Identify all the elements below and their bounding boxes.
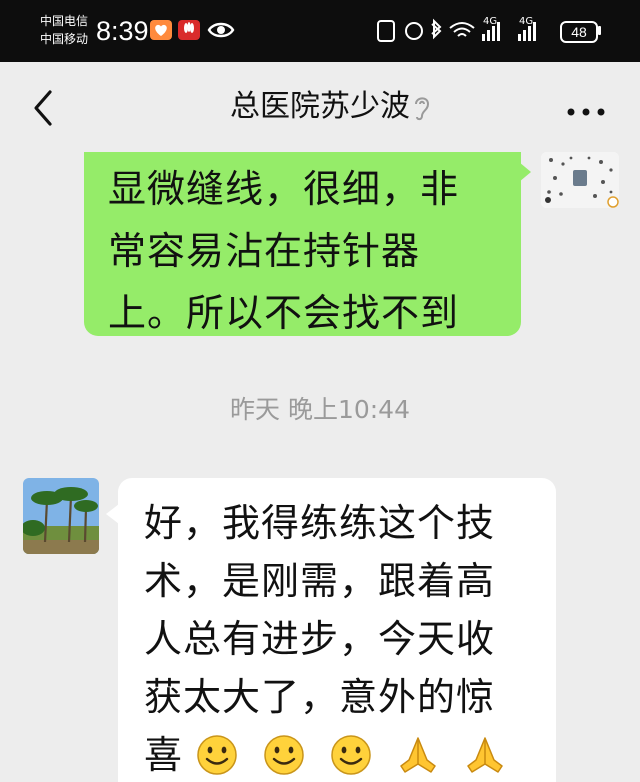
message-line: 好，我得练练这个技 xyxy=(144,501,496,545)
pray-emoji-icon xyxy=(467,737,504,773)
carrier-labels: 中国电信 中国移动 xyxy=(40,12,88,48)
message-line: 上。所以不会找不到 xyxy=(108,291,460,335)
incoming-message-bubble[interactable]: 好，我得练练这个技 术，是刚需，跟着高 人总有进步，今天收 获太大了，意外的惊 … xyxy=(118,478,556,782)
carrier-2: 中国移动 xyxy=(40,32,89,46)
message-line-last: 喜 xyxy=(144,726,538,782)
message-line: 获太大了，意外的惊 xyxy=(144,675,496,719)
bluetooth-icon xyxy=(431,18,442,40)
chat-header: 总医院苏少波 xyxy=(0,62,640,152)
outgoing-bubble-tail xyxy=(519,162,531,182)
chat-title[interactable]: 总医院苏少波 xyxy=(0,86,640,128)
signal-icon xyxy=(518,34,521,41)
ear-icon xyxy=(415,97,430,121)
contact-avatar[interactable] xyxy=(23,478,99,554)
signal-icon xyxy=(482,34,485,41)
message-line: 常容易沾在持针器 xyxy=(108,229,421,273)
carrier-1: 中国电信 xyxy=(40,14,89,28)
more-dots-icon[interactable] xyxy=(566,104,606,118)
message-line: 喜 xyxy=(144,733,184,777)
emoji-row xyxy=(183,733,518,777)
network-label-1: 4G xyxy=(483,16,498,27)
status-time: 8:39 xyxy=(96,16,149,46)
chat-area[interactable]: 显微缝线，很细，非 常容易沾在持针器 上。所以不会找不到 昨天 晚上10:44 xyxy=(0,152,640,782)
nfc-icon xyxy=(377,20,395,42)
alarm-icon xyxy=(405,22,423,40)
battery-icon: 48 xyxy=(560,21,598,43)
huawei-icon xyxy=(178,20,200,40)
smile-emoji-icon xyxy=(264,735,304,775)
smile-emoji-icon xyxy=(331,735,372,775)
eye-icon xyxy=(207,22,235,38)
outgoing-message-bubble[interactable]: 显微缝线，很细，非 常容易沾在持针器 上。所以不会找不到 xyxy=(84,152,521,336)
battery-nub xyxy=(598,26,601,35)
status-bar: 中国电信 中国移动 8:39 4G 4G 48 xyxy=(0,0,640,62)
message-timestamp: 昨天 晚上10:44 xyxy=(230,395,410,424)
message-line: 显微缝线，很细，非 xyxy=(108,167,460,211)
network-label-2: 4G xyxy=(519,16,534,27)
wifi-icon xyxy=(449,22,475,37)
message-line: 人总有进步，今天收 xyxy=(144,617,496,661)
health-app-icon xyxy=(150,20,172,40)
message-line: 术，是刚需，跟着高 xyxy=(144,559,496,603)
smile-emoji-icon xyxy=(197,735,237,775)
self-avatar[interactable] xyxy=(541,152,619,208)
pray-emoji-icon xyxy=(400,737,437,773)
